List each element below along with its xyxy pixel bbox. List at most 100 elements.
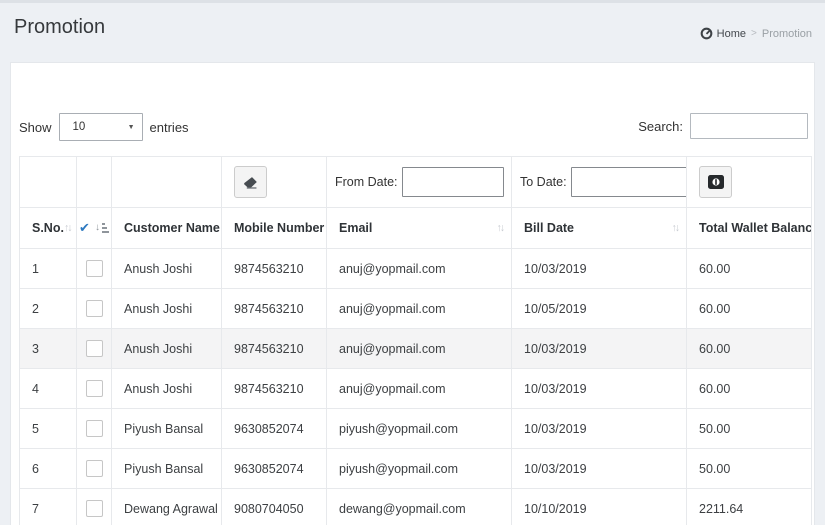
cell-email: piyush@yopmail.com bbox=[326, 448, 512, 489]
cell-balance: 50.00 bbox=[686, 448, 812, 489]
cell-checkbox bbox=[76, 288, 112, 329]
cell-sno: 1 bbox=[19, 248, 77, 289]
page-title: Promotion bbox=[14, 16, 106, 38]
cell-email: dewang@yopmail.com bbox=[326, 488, 512, 525]
column-header-bill-date[interactable]: Bill Date ↑↓ bbox=[511, 207, 687, 249]
cell-sno: 3 bbox=[19, 328, 77, 369]
cell-customer-name: Anush Joshi bbox=[111, 368, 222, 409]
row-checkbox[interactable] bbox=[85, 420, 103, 437]
row-checkbox[interactable] bbox=[85, 300, 103, 317]
column-header-select-all[interactable]: ✔ ↓ bbox=[76, 207, 112, 249]
cell-checkbox bbox=[76, 448, 112, 489]
row-checkbox[interactable] bbox=[85, 460, 103, 477]
breadcrumb-home-link[interactable]: Home bbox=[700, 27, 746, 40]
cell-email: anuj@yopmail.com bbox=[326, 288, 512, 329]
search-input[interactable] bbox=[690, 113, 808, 139]
cell-sno: 4 bbox=[19, 368, 77, 409]
cell-checkbox bbox=[76, 368, 112, 409]
cell-customer-name: Piyush Bansal bbox=[111, 448, 222, 489]
cell-checkbox bbox=[76, 488, 112, 525]
eraser-icon bbox=[243, 176, 258, 189]
column-header-email[interactable]: Email ↑↓ bbox=[326, 207, 512, 249]
column-header-mobile[interactable]: Mobile Number ↑↓ bbox=[221, 207, 327, 249]
search-group: Search: bbox=[638, 113, 808, 139]
content-panel: Show 10 ▼ entries Search: From Date: To … bbox=[10, 62, 815, 525]
promotion-table: From Date: To Date: S.No. ↑↓ ✔ ↓ Custome… bbox=[19, 156, 812, 525]
chevron-down-icon: ▼ bbox=[127, 123, 135, 131]
cell-mobile: 9874563210 bbox=[221, 328, 327, 369]
clear-filter-button[interactable] bbox=[234, 166, 267, 198]
sort-amount-icon: ↓ bbox=[95, 223, 109, 233]
from-date-input[interactable] bbox=[401, 167, 504, 197]
table-controls: Show 10 ▼ entries Search: bbox=[19, 113, 808, 143]
from-date-label: From Date: bbox=[335, 175, 398, 189]
export-icon bbox=[707, 175, 724, 189]
column-header-balance[interactable]: Total Wallet Balance ↑↓ bbox=[686, 207, 812, 249]
promotion-table-wrap: From Date: To Date: S.No. ↑↓ ✔ ↓ Custome… bbox=[19, 156, 812, 525]
cell-balance: 60.00 bbox=[686, 288, 812, 329]
search-label: Search: bbox=[638, 118, 683, 134]
sort-icon: ↑↓ bbox=[671, 222, 680, 234]
cell-mobile: 9874563210 bbox=[221, 368, 327, 409]
row-checkbox[interactable] bbox=[85, 500, 103, 517]
show-label: Show bbox=[19, 119, 52, 135]
cell-checkbox bbox=[76, 408, 112, 449]
page-header: Promotion Home > Promotion bbox=[0, 3, 825, 62]
cell-bill-date: 10/03/2019 bbox=[511, 248, 687, 289]
table-row: 1 Anush Joshi 9874563210 anuj@yopmail.co… bbox=[19, 248, 812, 289]
to-date-filter: To Date: bbox=[520, 167, 686, 197]
cell-customer-name: Dewang Agrawal bbox=[111, 488, 222, 525]
cell-bill-date: 10/03/2019 bbox=[511, 408, 687, 449]
cell-sno: 2 bbox=[19, 288, 77, 329]
table-row: 4 Anush Joshi 9874563210 anuj@yopmail.co… bbox=[19, 368, 812, 409]
cell-mobile: 9630852074 bbox=[221, 408, 327, 449]
export-button[interactable] bbox=[699, 166, 732, 198]
cell-bill-date: 10/10/2019 bbox=[511, 488, 687, 525]
cell-email: anuj@yopmail.com bbox=[326, 368, 512, 409]
cell-bill-date: 10/03/2019 bbox=[511, 448, 687, 489]
sort-icon: ↑↓ bbox=[63, 222, 72, 234]
cell-balance: 60.00 bbox=[686, 328, 812, 369]
breadcrumb-separator: > bbox=[751, 28, 757, 39]
cell-customer-name: Anush Joshi bbox=[111, 328, 222, 369]
dashboard-icon bbox=[700, 27, 713, 40]
cell-customer-name: Anush Joshi bbox=[111, 248, 222, 289]
column-header-sno[interactable]: S.No. ↑↓ bbox=[19, 207, 77, 249]
table-row: 3 Anush Joshi 9874563210 anuj@yopmail.co… bbox=[19, 328, 812, 369]
table-body: 1 Anush Joshi 9874563210 anuj@yopmail.co… bbox=[19, 248, 812, 525]
page-size-select[interactable]: 10 ▼ bbox=[58, 113, 143, 141]
breadcrumb: Home > Promotion bbox=[700, 27, 812, 40]
to-date-input[interactable] bbox=[570, 167, 686, 197]
show-entries-group: Show 10 ▼ entries bbox=[19, 113, 189, 141]
cell-bill-date: 10/03/2019 bbox=[511, 368, 687, 409]
sort-icon: ↑↓ bbox=[496, 222, 505, 234]
cell-mobile: 9630852074 bbox=[221, 448, 327, 489]
cell-bill-date: 10/03/2019 bbox=[511, 328, 687, 369]
cell-balance: 60.00 bbox=[686, 368, 812, 409]
table-row: 6 Piyush Bansal 9630852074 piyush@yopmai… bbox=[19, 448, 812, 489]
cell-checkbox bbox=[76, 248, 112, 289]
cell-balance: 60.00 bbox=[686, 248, 812, 289]
breadcrumb-current: Promotion bbox=[761, 27, 812, 40]
entries-label: entries bbox=[149, 119, 189, 135]
cell-checkbox bbox=[76, 328, 112, 369]
cell-email: anuj@yopmail.com bbox=[326, 248, 512, 289]
cell-customer-name: Anush Joshi bbox=[111, 288, 222, 329]
table-header-row: S.No. ↑↓ ✔ ↓ Customer Name Mobile Number… bbox=[19, 207, 812, 249]
cell-mobile: 9874563210 bbox=[221, 248, 327, 289]
cell-bill-date: 10/05/2019 bbox=[511, 288, 687, 329]
page-size-value: 10 bbox=[72, 121, 86, 133]
row-checkbox[interactable] bbox=[85, 380, 103, 397]
table-row: 7 Dewang Agrawal 9080704050 dewang@yopma… bbox=[19, 488, 812, 525]
row-checkbox[interactable] bbox=[85, 340, 103, 357]
row-checkbox[interactable] bbox=[85, 260, 103, 277]
cell-email: anuj@yopmail.com bbox=[326, 328, 512, 369]
column-header-customer-name[interactable]: Customer Name ↑↓ bbox=[111, 207, 222, 249]
cell-balance: 2211.64 bbox=[686, 488, 812, 525]
table-row: 5 Piyush Bansal 9630852074 piyush@yopmai… bbox=[19, 408, 812, 449]
cell-mobile: 9080704050 bbox=[221, 488, 327, 525]
cell-customer-name: Piyush Bansal bbox=[111, 408, 222, 449]
filter-row: From Date: To Date: bbox=[19, 156, 812, 208]
cell-balance: 50.00 bbox=[686, 408, 812, 449]
to-date-label: To Date: bbox=[520, 175, 567, 189]
